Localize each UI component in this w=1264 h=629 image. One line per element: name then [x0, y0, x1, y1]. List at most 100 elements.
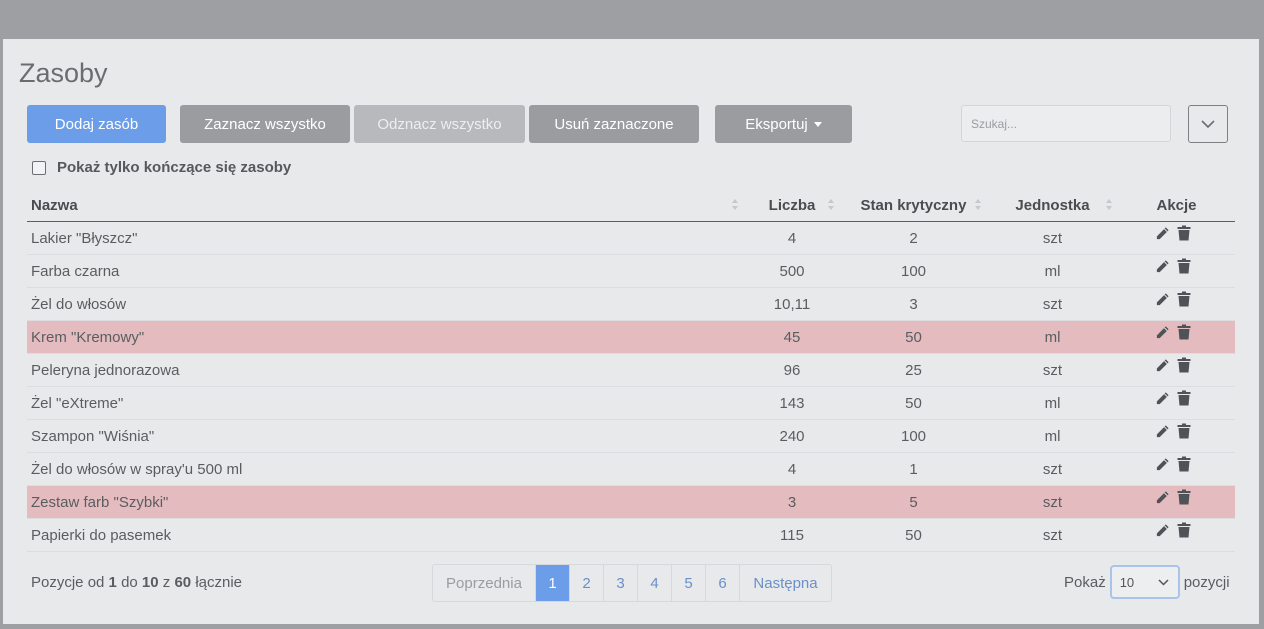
- column-header-unit[interactable]: Jednostka: [987, 190, 1118, 222]
- cell-count: 240: [744, 419, 840, 453]
- cell-actions: [1118, 518, 1235, 552]
- edit-button[interactable]: [1155, 292, 1170, 311]
- pencil-icon[interactable]: [1155, 523, 1170, 538]
- pencil-icon[interactable]: [1155, 259, 1170, 274]
- table-row: Peleryna jednorazowa 96 25 szt: [27, 353, 1235, 387]
- cell-name: Krem "Kremowy": [27, 320, 744, 354]
- edit-button[interactable]: [1155, 325, 1170, 344]
- cell-name: Żel do włosów: [27, 287, 744, 321]
- export-dropdown-button[interactable]: Eksportuj: [715, 105, 852, 143]
- pencil-icon[interactable]: [1155, 457, 1170, 472]
- delete-button[interactable]: [1177, 357, 1191, 377]
- trash-icon[interactable]: [1177, 456, 1191, 472]
- sort-icon: [1106, 199, 1112, 210]
- cell-actions: [1118, 386, 1235, 420]
- delete-button[interactable]: [1177, 291, 1191, 311]
- delete-button[interactable]: [1177, 324, 1191, 344]
- delete-button[interactable]: [1177, 423, 1191, 443]
- select-all-button[interactable]: Zaznacz wszystko: [180, 105, 350, 143]
- add-resource-button[interactable]: Dodaj zasób: [27, 105, 166, 143]
- pencil-icon[interactable]: [1155, 292, 1170, 307]
- cell-critical: 50: [840, 518, 987, 552]
- pencil-icon[interactable]: [1155, 226, 1170, 241]
- cell-count: 96: [744, 353, 840, 387]
- delete-button[interactable]: [1177, 489, 1191, 509]
- edit-button[interactable]: [1155, 358, 1170, 377]
- cell-critical: 100: [840, 254, 987, 288]
- cell-actions: [1118, 419, 1235, 453]
- pagination-info: Pozycje od 1 do 10 z 60 łącznie: [31, 574, 243, 591]
- page-button-6[interactable]: 6: [706, 565, 740, 601]
- trash-icon[interactable]: [1177, 225, 1191, 241]
- cell-unit: szt: [987, 485, 1118, 519]
- delete-button[interactable]: [1177, 258, 1191, 278]
- cell-unit: szt: [987, 452, 1118, 486]
- trash-icon[interactable]: [1177, 522, 1191, 538]
- edit-button[interactable]: [1155, 490, 1170, 509]
- column-header-count[interactable]: Liczba: [744, 190, 840, 222]
- cell-count: 500: [744, 254, 840, 288]
- export-label: Eksportuj: [745, 115, 808, 133]
- pencil-icon[interactable]: [1155, 391, 1170, 406]
- page-button-1[interactable]: 1: [536, 565, 570, 601]
- page-button-5[interactable]: 5: [672, 565, 706, 601]
- cell-critical: 50: [840, 320, 987, 354]
- show-label: Pokaż: [1064, 573, 1106, 591]
- resources-panel: Zasoby Dodaj zasób Zaznacz wszystko Odzn…: [3, 39, 1259, 624]
- pencil-icon[interactable]: [1155, 490, 1170, 505]
- cell-critical: 50: [840, 386, 987, 420]
- delete-button[interactable]: [1177, 522, 1191, 542]
- delete-button[interactable]: [1177, 456, 1191, 476]
- edit-button[interactable]: [1155, 391, 1170, 410]
- trash-icon[interactable]: [1177, 390, 1191, 406]
- edit-button[interactable]: [1155, 523, 1170, 542]
- trash-icon[interactable]: [1177, 291, 1191, 307]
- deselect-all-button[interactable]: Odznacz wszystko: [354, 105, 525, 143]
- delete-button[interactable]: [1177, 390, 1191, 410]
- cell-critical: 3: [840, 287, 987, 321]
- columns-toggle-button[interactable]: [1188, 105, 1228, 143]
- sort-icon: [975, 199, 981, 210]
- trash-icon[interactable]: [1177, 258, 1191, 274]
- edit-button[interactable]: [1155, 457, 1170, 476]
- cell-actions: [1118, 320, 1235, 354]
- sort-icon: [828, 199, 834, 210]
- trash-icon[interactable]: [1177, 357, 1191, 373]
- page-button-2[interactable]: 2: [570, 565, 604, 601]
- page-button-3[interactable]: 3: [604, 565, 638, 601]
- cell-actions: [1118, 287, 1235, 321]
- edit-button[interactable]: [1155, 226, 1170, 245]
- next-page-button[interactable]: Następna: [740, 565, 831, 601]
- edit-button[interactable]: [1155, 259, 1170, 278]
- ending-resources-checkbox[interactable]: [32, 160, 46, 175]
- page-title: Zasoby: [19, 58, 108, 88]
- previous-page-button[interactable]: Poprzednia: [433, 565, 536, 601]
- cell-actions: [1118, 221, 1235, 255]
- table-row: Papierki do pasemek 115 50 szt: [27, 518, 1235, 552]
- pencil-icon[interactable]: [1155, 325, 1170, 340]
- cell-unit: szt: [987, 353, 1118, 387]
- trash-icon[interactable]: [1177, 324, 1191, 340]
- ending-resources-filter[interactable]: Pokaż tylko kończące się zasoby: [32, 159, 291, 176]
- search-input[interactable]: [961, 105, 1171, 142]
- column-header-name[interactable]: Nazwa: [27, 190, 744, 222]
- delete-button[interactable]: [1177, 225, 1191, 245]
- page-size-control: Pokaż 10 pozycji: [1064, 565, 1230, 599]
- cell-actions: [1118, 254, 1235, 288]
- column-header-critical[interactable]: Stan krytyczny: [840, 190, 987, 222]
- sort-icon: [732, 199, 738, 210]
- edit-button[interactable]: [1155, 424, 1170, 443]
- cell-critical: 1: [840, 452, 987, 486]
- table-header-row: Nazwa Liczba Stan krytyczny Jednostka Ak…: [27, 190, 1235, 222]
- trash-icon[interactable]: [1177, 423, 1191, 439]
- table-row: Żel do włosów w spray'u 500 ml 4 1 szt: [27, 452, 1235, 486]
- pencil-icon[interactable]: [1155, 358, 1170, 373]
- page-button-4[interactable]: 4: [638, 565, 672, 601]
- pencil-icon[interactable]: [1155, 424, 1170, 439]
- trash-icon[interactable]: [1177, 489, 1191, 505]
- cell-name: Żel do włosów w spray'u 500 ml: [27, 452, 744, 486]
- cell-actions: [1118, 353, 1235, 387]
- cell-count: 4: [744, 452, 840, 486]
- delete-selected-button[interactable]: Usuń zaznaczone: [529, 105, 699, 143]
- page-size-select[interactable]: 10: [1109, 565, 1180, 599]
